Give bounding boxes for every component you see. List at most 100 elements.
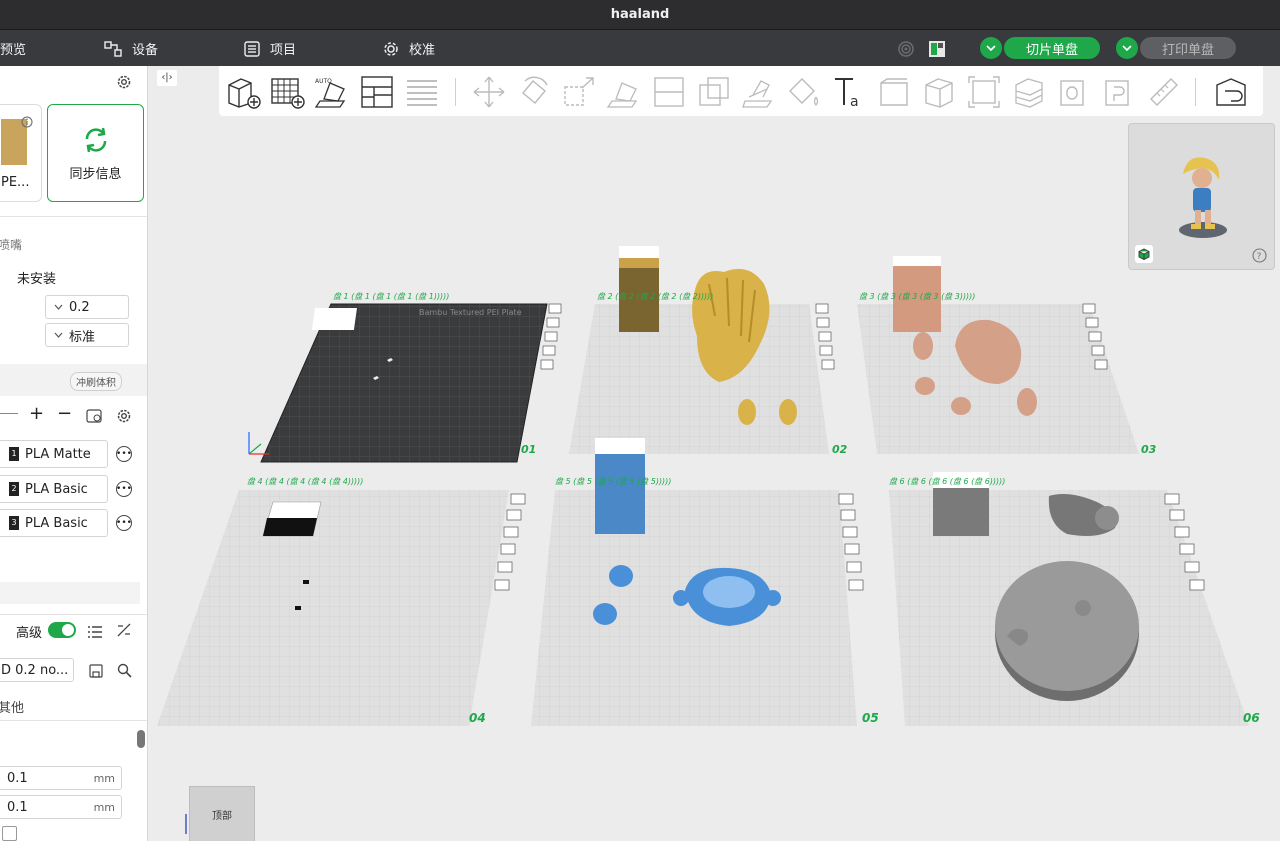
plate-02-name[interactable]: 盘 2 (盘 2 (盘 2 (盘 2 (盘 2))))) <box>597 291 713 302</box>
chevron-down-icon <box>1122 45 1132 51</box>
view-cube-label: 顶部 <box>212 810 232 822</box>
divider <box>0 720 147 721</box>
plate-04-number: 04 <box>469 711 486 725</box>
plate-01-number: 01 <box>521 443 537 456</box>
plate-01-object[interactable] <box>311 308 357 330</box>
plate-01[interactable] <box>248 303 548 463</box>
filament-slot-1[interactable]: 1 PLA Matte <box>0 440 108 468</box>
cup-object[interactable] <box>609 565 633 587</box>
view-cube[interactable]: 顶部 <box>189 786 255 841</box>
plate-03-number: 03 <box>1141 443 1157 456</box>
filament-slot-2[interactable]: 2 PLA Basic <box>0 475 108 503</box>
plate-type-card[interactable]: PE... <box>0 104 42 202</box>
plate-04-name[interactable]: 盘 4 (盘 4 (盘 4 (盘 4 (盘 4))))) <box>247 476 363 487</box>
param-checkbox[interactable] <box>2 826 17 841</box>
menu-calibration[interactable]: 校准 <box>383 39 435 58</box>
filament-more-icon[interactable]: ••• <box>116 446 132 462</box>
menu-project[interactable]: 项目 <box>244 39 296 58</box>
advanced-toggle[interactable] <box>48 622 76 638</box>
slice-plate-button[interactable]: 切片单盘 <box>1004 37 1100 59</box>
filament-name: PLA Basic <box>25 515 88 531</box>
nozzle-type-value: 标准 <box>69 329 96 345</box>
3d-viewport[interactable]: ‹|› AUTO a ? 盘 1 (盘 1 (盘 1 (盘 1 (盘 1))))… <box>149 66 1280 841</box>
param-field-1[interactable]: 0.1 mm <box>0 766 122 790</box>
nozzle-status: 未安装 <box>17 272 57 287</box>
nozzle-diameter-select[interactable]: 0.2 <box>45 295 129 319</box>
filament-color-swatch: 2 <box>9 482 19 496</box>
settings-gear-icon[interactable] <box>116 74 132 94</box>
build-plates-scene <box>157 246 1249 726</box>
print-plate-button[interactable]: 打印单盘 <box>1140 37 1236 59</box>
plate-01-name[interactable]: 盘 1 (盘 1 (盘 1 (盘 1 (盘 1))))) <box>333 291 449 302</box>
divider <box>0 216 147 217</box>
title-bar: haaland <box>0 0 1280 30</box>
slice-dropdown[interactable] <box>980 37 1002 59</box>
process-preset-select[interactable]: D 0.2 no... <box>0 658 74 682</box>
window-title: haaland <box>610 7 670 22</box>
flush-volume-button[interactable]: 冲刷体积 <box>70 372 122 391</box>
menu-device[interactable]: 设备 <box>104 39 158 58</box>
chevron-down-icon <box>54 332 63 338</box>
filament-color-swatch: 3 <box>9 516 19 530</box>
advanced-label: 高级 <box>16 626 43 641</box>
left-settings-panel: PE... 同步信息 喷嘴 未安装 0.2 标准 冲刷体积 + − 1 PLA … <box>0 66 148 841</box>
menu-device-label: 设备 <box>132 43 159 58</box>
remove-filament-icon[interactable]: − <box>57 405 72 423</box>
nozzle-type-select[interactable]: 标准 <box>45 323 129 347</box>
filament-settings-icon[interactable] <box>116 408 132 428</box>
filament-slot-3[interactable]: 3 PLA Basic <box>0 509 108 537</box>
unit-label: mm <box>93 771 115 785</box>
chevron-down-icon <box>986 45 996 51</box>
plate-icons-02[interactable] <box>815 303 835 370</box>
divider <box>0 614 147 615</box>
menu-preview[interactable]: 预览 <box>0 39 26 58</box>
print-dropdown[interactable] <box>1116 37 1138 59</box>
filament-count-line <box>0 413 18 414</box>
bed-type-text: Bambu Textured PEI Plate <box>419 308 522 317</box>
plate-06-name[interactable]: 盘 6 (盘 6 (盘 6 (盘 6 (盘 6))))) <box>889 476 1005 487</box>
sync-icon <box>81 125 111 159</box>
filament-name: PLA Matte <box>25 446 91 462</box>
param-value-2: 0.1 <box>7 799 28 815</box>
param-field-2[interactable]: 0.1 mm <box>0 795 122 819</box>
tab-other[interactable]: 其他 <box>0 697 24 716</box>
plate-04[interactable] <box>157 490 509 726</box>
plate-05-name[interactable]: 盘 5 (盘 5 (盘 5 (盘 5 (盘 5))))) <box>555 476 671 487</box>
plate-card-label: PE... <box>1 175 30 190</box>
filament-name: PLA Basic <box>25 481 88 497</box>
sync-info-card[interactable]: 同步信息 <box>47 104 144 202</box>
plate-03-name[interactable]: 盘 3 (盘 3 (盘 3 (盘 3 (盘 3))))) <box>859 291 975 302</box>
info-icon[interactable] <box>21 113 33 132</box>
calibration-icon <box>384 41 398 56</box>
sync-info-label: 同步信息 <box>69 167 122 182</box>
nozzle-section-title: 喷嘴 <box>0 238 23 252</box>
cup-object[interactable] <box>593 603 617 625</box>
filament-color-swatch: 1 <box>9 447 19 461</box>
scrollbar-thumb[interactable] <box>137 730 145 748</box>
plate-02-number: 02 <box>832 443 848 456</box>
chevron-down-icon <box>54 304 63 310</box>
shoe-object[interactable] <box>779 399 797 425</box>
menu-preview-label: 预览 <box>0 43 27 58</box>
plate-06-number: 06 <box>1243 711 1260 725</box>
filament-more-icon[interactable]: ••• <box>116 515 132 531</box>
menu-project-label: 项目 <box>270 43 297 58</box>
plate-02[interactable] <box>569 246 829 454</box>
layout-icon[interactable] <box>928 40 946 62</box>
filament-more-icon[interactable]: ••• <box>116 481 132 497</box>
add-filament-icon[interactable]: + <box>29 405 44 423</box>
empty-row <box>0 582 140 604</box>
menu-calibration-label: 校准 <box>409 43 436 58</box>
shoe-object[interactable] <box>738 399 756 425</box>
list-icon[interactable] <box>88 623 102 642</box>
plate-05-number: 05 <box>862 711 879 725</box>
unit-label: mm <box>93 800 115 814</box>
plate-06[interactable] <box>889 472 1249 726</box>
compare-icon[interactable] <box>117 622 131 641</box>
filament-sync-icon[interactable] <box>86 408 102 427</box>
search-icon[interactable] <box>117 663 132 682</box>
nozzle-diameter-value: 0.2 <box>69 299 90 315</box>
network-icon[interactable] <box>897 40 915 62</box>
param-value-1: 0.1 <box>7 770 28 786</box>
save-icon[interactable] <box>89 663 103 682</box>
